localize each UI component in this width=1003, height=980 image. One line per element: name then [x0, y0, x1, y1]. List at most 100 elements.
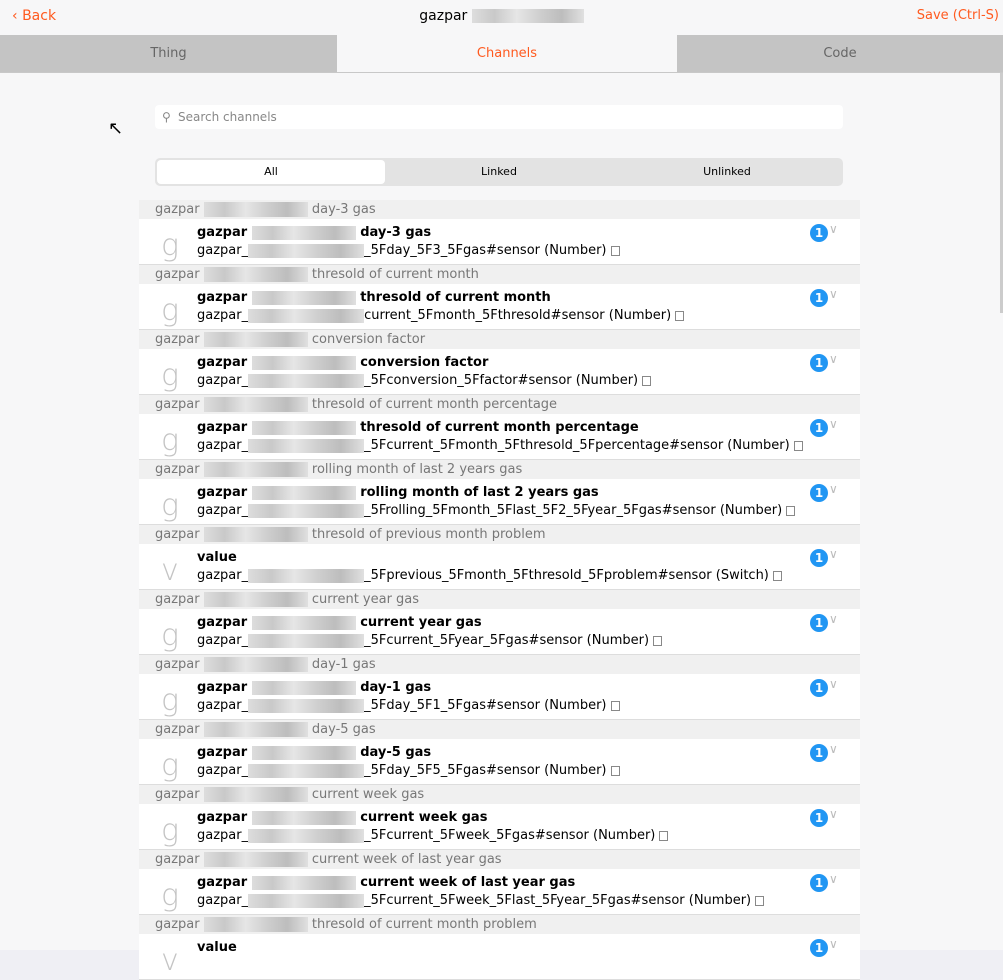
label-text: thresold of current month percentage: [360, 420, 639, 435]
channel-item[interactable]: g gazpar day-1 gas gazpar__5Fday_5F1_5Fg…: [139, 674, 860, 720]
filter-all[interactable]: All: [157, 160, 385, 184]
channel-item[interactable]: v value gazpar__5Fprevious_5Fmonth_5Fthr…: [139, 544, 860, 590]
filter-unlinked[interactable]: Unlinked: [613, 160, 841, 184]
redacted-block: [248, 309, 364, 323]
copy-icon[interactable]: [642, 376, 651, 386]
channel-item[interactable]: g gazpar conversion factor gazpar__5Fcon…: [139, 349, 860, 395]
copy-icon[interactable]: [659, 831, 668, 841]
label-prefix: gazpar: [197, 485, 247, 500]
link-count-badge: 1: [810, 744, 828, 762]
redacted-block: [248, 504, 364, 518]
uid-suffix: _5Fconversion_5Ffactor#sensor (Number): [364, 373, 638, 388]
channel-item[interactable]: g gazpar current year gas gazpar__5Fcurr…: [139, 609, 860, 655]
search-input[interactable]: ⚲ Search channels: [155, 105, 843, 129]
channel-uid: gazpar__5Fcurrent_5Fmonth_5Fthresold_5Fp…: [197, 438, 803, 453]
label-prefix: gazpar: [197, 615, 247, 630]
group-prefix: gazpar: [155, 917, 200, 932]
chevron-down-icon[interactable]: ∨: [829, 482, 838, 496]
channel-item[interactable]: g gazpar current week of last year gas g…: [139, 869, 860, 915]
link-count-badge: 1: [810, 419, 828, 437]
copy-icon[interactable]: [675, 311, 684, 321]
copy-icon[interactable]: [611, 701, 620, 711]
tab-thing[interactable]: Thing: [0, 35, 337, 72]
channels-panel: ↖ ⚲Search channels All Linked Unlinked g…: [0, 73, 1003, 950]
group-header: gazpar thresold of previous month proble…: [139, 525, 860, 544]
channel-letter-icon: g: [161, 813, 179, 848]
uid-suffix: current_5Fmonth_5Fthresold#sensor (Numbe…: [364, 308, 671, 323]
page-title: gazpar: [0, 8, 1003, 24]
channel-item[interactable]: g gazpar day-5 gas gazpar__5Fday_5F5_5Fg…: [139, 739, 860, 785]
channel-item[interactable]: g gazpar current week gas gazpar__5Fcurr…: [139, 804, 860, 850]
chevron-down-icon[interactable]: ∨: [829, 547, 838, 561]
save-button[interactable]: Save (Ctrl-S): [917, 8, 999, 23]
channel-uid: gazpar__5Fday_5F3_5Fgas#sensor (Number): [197, 243, 620, 258]
group-header: gazpar current week gas: [139, 785, 860, 804]
uid-suffix: _5Fday_5F5_5Fgas#sensor (Number): [364, 763, 606, 778]
uid-prefix: gazpar_: [197, 308, 248, 323]
copy-icon[interactable]: [653, 636, 662, 646]
channel-item[interactable]: g gazpar rolling month of last 2 years g…: [139, 479, 860, 525]
label-text: current week of last year gas: [360, 875, 575, 890]
uid-suffix: _5Fday_5F1_5Fgas#sensor (Number): [364, 698, 606, 713]
chevron-down-icon[interactable]: ∨: [829, 352, 838, 366]
search-icon: ⚲: [162, 105, 171, 129]
link-count-badge: 1: [810, 679, 828, 697]
channel-uid: gazpar__5Frolling_5Fmonth_5Flast_5F2_5Fy…: [197, 503, 795, 518]
group-title: rolling month of last 2 years gas: [312, 462, 522, 477]
uid-prefix: gazpar_: [197, 243, 248, 258]
chevron-down-icon[interactable]: ∨: [829, 287, 838, 301]
chevron-down-icon[interactable]: ∨: [829, 872, 838, 886]
channel-label: gazpar current year gas: [197, 615, 482, 630]
group-header: gazpar thresold of current month: [139, 265, 860, 284]
channel-uid: gazpar_ _5Fconversion_5Ffactor#sensor (Nu…: [197, 373, 651, 388]
tab-channels[interactable]: Channels: [337, 35, 677, 72]
group-header: gazpar day-3 gas: [139, 200, 860, 219]
chevron-down-icon[interactable]: ∨: [829, 612, 838, 626]
chevron-down-icon[interactable]: ∨: [829, 677, 838, 691]
group-header: gazpar day-5 gas: [139, 720, 860, 739]
group-header: gazpar conversion factor: [139, 330, 860, 349]
label-prefix: gazpar: [197, 875, 247, 890]
filter-segmented: All Linked Unlinked: [155, 158, 843, 186]
chevron-down-icon[interactable]: ∨: [829, 807, 838, 821]
group-title: day-3 gas: [312, 202, 376, 217]
group-prefix: gazpar: [155, 787, 200, 802]
chevron-down-icon[interactable]: ∨: [829, 417, 838, 431]
link-count-badge: 1: [810, 289, 828, 307]
channel-label: value: [197, 550, 237, 565]
filter-linked[interactable]: Linked: [385, 160, 613, 184]
group-title: thresold of current month: [312, 267, 479, 282]
group-title: day-5 gas: [312, 722, 376, 737]
copy-icon[interactable]: [611, 246, 620, 256]
copy-icon[interactable]: [611, 766, 620, 776]
uid-prefix: gazpar_: [197, 373, 248, 388]
top-bar: ‹ Back gazpar Save (Ctrl-S): [0, 0, 1003, 35]
link-count-badge: 1: [810, 614, 828, 632]
chevron-down-icon[interactable]: ∨: [829, 937, 838, 951]
copy-icon[interactable]: [773, 571, 782, 581]
copy-icon[interactable]: [794, 441, 803, 451]
channel-letter-icon: v: [161, 943, 179, 978]
label-text: day-1 gas: [360, 680, 431, 695]
channel-item[interactable]: v value 1 ∨: [139, 934, 860, 980]
channel-item[interactable]: g gazpar day-3 gas gazpar__5Fday_5F3_5Fg…: [139, 219, 860, 265]
group-header: gazpar current week of last year gas: [139, 850, 860, 869]
chevron-down-icon[interactable]: ∨: [829, 742, 838, 756]
copy-icon[interactable]: [786, 506, 795, 516]
redacted-block: [248, 699, 364, 713]
tab-code[interactable]: Code: [677, 35, 1003, 72]
group-title: conversion factor: [312, 332, 425, 347]
channel-item[interactable]: g gazpar thresold of current month perce…: [139, 414, 860, 460]
channel-item[interactable]: g gazpar thresold of current month gazpa…: [139, 284, 860, 330]
label-prefix: gazpar: [197, 290, 247, 305]
link-count-badge: 1: [810, 354, 828, 372]
uid-prefix: gazpar_: [197, 503, 248, 518]
label-text: current week gas: [360, 810, 487, 825]
copy-icon[interactable]: [755, 896, 764, 906]
chevron-down-icon[interactable]: ∨: [829, 222, 838, 236]
group-prefix: gazpar: [155, 332, 200, 347]
redacted-block: [204, 332, 308, 347]
search-placeholder: Search channels: [178, 110, 277, 124]
group-header: gazpar day-1 gas: [139, 655, 860, 674]
label-text: conversion factor: [360, 355, 488, 370]
